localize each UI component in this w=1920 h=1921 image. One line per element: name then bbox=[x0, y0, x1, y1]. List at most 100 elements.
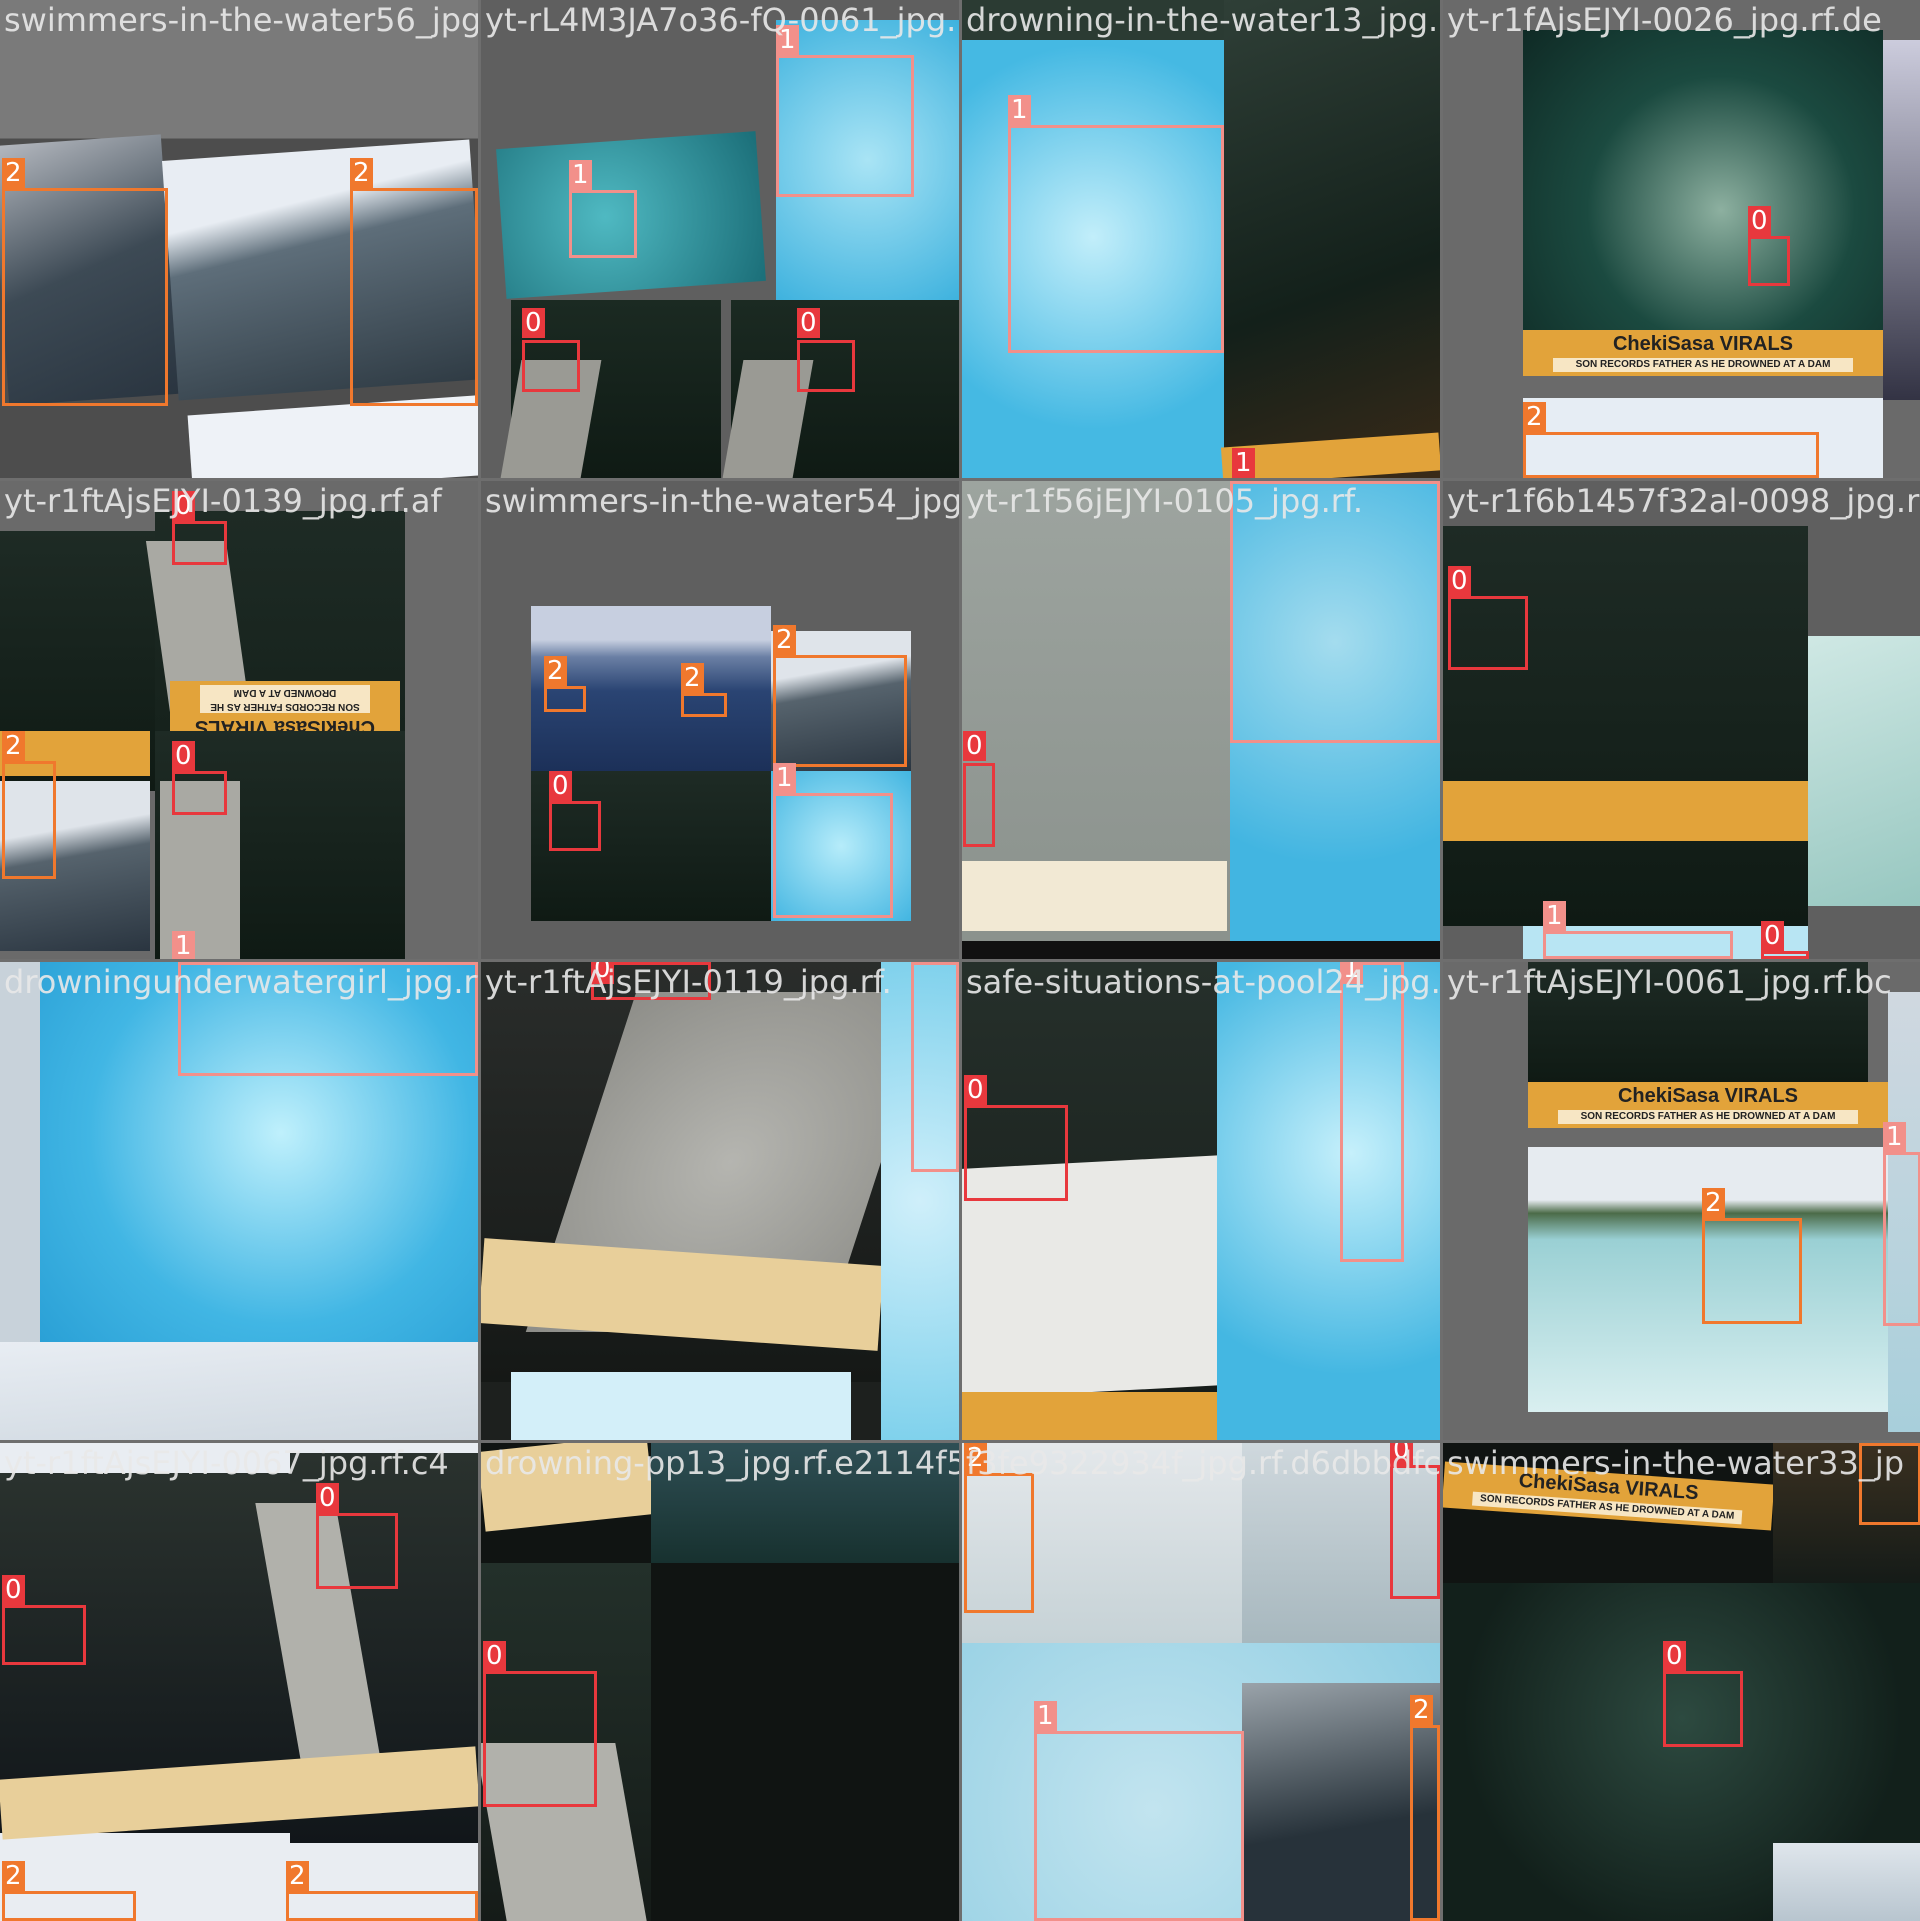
bbox-label: 0 bbox=[2, 1575, 25, 1605]
banner-subtitle: SON RECORDS FATHER AS HE DROWNED AT A DA… bbox=[1558, 1110, 1858, 1124]
bbox-label: 0 bbox=[963, 731, 986, 761]
bbox-label: 2 bbox=[1410, 1695, 1433, 1725]
bbox-label: 2 bbox=[286, 1861, 309, 1891]
tile-caption: drowningunderwatergirl_jpg.rf. bbox=[4, 963, 478, 1001]
tile-12: ChekiSasa VIRALS SON RECORDS FATHER AS H… bbox=[1443, 962, 1920, 1440]
tile-6: 2 2 2 0 1 swimmers-in-the-water54_jpg.rf… bbox=[481, 481, 959, 959]
tile-caption: drowning-in-the-water13_jpg.rf. bbox=[966, 1, 1440, 39]
bbox-label: 1 bbox=[1543, 901, 1566, 931]
bbox-label: 2 bbox=[350, 158, 373, 188]
bbox-class-0 bbox=[1448, 596, 1528, 670]
tile-caption: swimmers-in-the-water56_jpg.rf. bbox=[4, 1, 478, 39]
banner-strip bbox=[962, 1392, 1222, 1440]
bbox-label: 0 bbox=[1663, 1641, 1686, 1671]
bbox-class-0 bbox=[483, 1671, 597, 1807]
bbox-label: 2 bbox=[681, 663, 704, 693]
bbox-label: 0 bbox=[549, 771, 572, 801]
tile-caption: yt-rL4M3JA7o36-fQ-0061_jpg.rf. bbox=[485, 1, 959, 39]
bbox-label: 1 bbox=[1034, 1701, 1057, 1731]
bbox-label: 0 bbox=[1448, 566, 1471, 596]
bbox-class-2 bbox=[2, 761, 56, 879]
tile-13: 0 0 2 2 yt-r1ftAjsEJYI-0067_jpg.rf.c4 bbox=[0, 1443, 478, 1921]
tile-5: ChekiSasa VIRALS SON RECORDS FATHER AS H… bbox=[0, 481, 478, 959]
tile-10: 0 yt-r1ftAjsEJYI-0119_jpg.rf. bbox=[481, 962, 959, 1440]
bbox-class-2 bbox=[1702, 1218, 1802, 1324]
bbox-class-2 bbox=[544, 686, 586, 712]
bbox-class-1 bbox=[1034, 1731, 1244, 1921]
bbox-class-0 bbox=[2, 1605, 86, 1665]
bbox-class-0 bbox=[172, 771, 227, 815]
bbox-class-0 bbox=[1663, 1671, 1743, 1747]
banner-strip bbox=[962, 861, 1227, 931]
tile-caption: yt-r1ftAjsEJYI-0119_jpg.rf. bbox=[485, 963, 892, 1001]
pool-photo bbox=[511, 1372, 851, 1440]
tile-caption: yt-r1f56jEJYI-0105_jpg.rf. bbox=[966, 482, 1363, 520]
bbox-class-1 bbox=[773, 793, 893, 918]
dark-water-photo bbox=[1443, 526, 1808, 926]
bbox-label: 0 bbox=[483, 1641, 506, 1671]
bbox-label: 0 bbox=[316, 1483, 339, 1513]
bbox-class-1 bbox=[569, 190, 637, 258]
tile-16: ChekiSasa VIRALS SON RECORDS FATHER AS H… bbox=[1443, 1443, 1920, 1921]
bbox-label: 0 bbox=[1748, 206, 1771, 236]
tile-caption: yt-r1ftAjsEJYI-0061_jpg.rf.bc bbox=[1447, 963, 1892, 1001]
bbox-class-2 bbox=[773, 655, 907, 767]
side-photo bbox=[1883, 40, 1920, 400]
banner-subtitle: SON RECORDS FATHER AS HE DROWNED AT A DA… bbox=[1553, 358, 1853, 372]
bbox-label: 2 bbox=[773, 625, 796, 655]
bbox-class-1 bbox=[911, 962, 959, 1172]
sky-patch bbox=[1773, 1843, 1920, 1921]
bbox-class-2 bbox=[286, 1891, 478, 1921]
banner-strip bbox=[1443, 781, 1808, 841]
tile-caption: drowning-pp13_jpg.rf.e2114f5b23a bbox=[485, 1444, 959, 1482]
banner-subtitle: SON RECORDS FATHER AS HE DROWNED AT A DA… bbox=[200, 685, 370, 713]
bbox-class-0 bbox=[1761, 951, 1809, 959]
bbox-label: 0 bbox=[797, 308, 820, 338]
bbox-label: 2 bbox=[2, 1861, 25, 1891]
bbox-label: 1 bbox=[1008, 95, 1031, 125]
dark-photo bbox=[1224, 0, 1440, 478]
tile-8: 0 1 0 yt-r1f6b1457f32al-0098_jpg.rf.f6 bbox=[1443, 481, 1920, 959]
bbox-class-1 bbox=[776, 55, 914, 197]
bbox-class-2 bbox=[2, 1891, 136, 1921]
banner: ChekiSasa VIRALS SON RECORDS FATHER AS H… bbox=[1523, 330, 1883, 376]
tile-caption: yt-r1fAjsEJYI-0026_jpg.rf.de bbox=[1447, 1, 1882, 39]
bbox-class-2 bbox=[1410, 1725, 1440, 1921]
tile-11: 0 1 safe-situations-at-pool24_jpg.rf. bbox=[962, 962, 1440, 1440]
tile-caption: yt-r1ftAjsEJYI-0067_jpg.rf.c4 bbox=[4, 1444, 449, 1482]
bbox-label: 2 bbox=[1702, 1188, 1725, 1218]
bbox-label: 1 bbox=[172, 931, 195, 959]
bbox-class-0 bbox=[963, 763, 995, 847]
tile-caption: swimmers-in-the-water54_jpg.rf. bbox=[485, 482, 959, 520]
tile-2: 1 1 0 0 yt-rL4M3JA7o36-fQ-0061_jpg.rf. bbox=[481, 0, 959, 478]
banner-title: ChekiSasa VIRALS bbox=[1617, 1085, 1799, 1107]
bbox-class-2 bbox=[1523, 432, 1819, 478]
tile-4: ChekiSasa VIRALS SON RECORDS FATHER AS H… bbox=[1443, 0, 1920, 478]
banner: ChekiSasa VIRALS SON RECORDS FATHER AS H… bbox=[1528, 1082, 1888, 1128]
bbox-class-2 bbox=[350, 188, 478, 406]
bbox-label: 0 bbox=[1761, 921, 1784, 951]
bbox-label: 0 bbox=[522, 308, 545, 338]
pool-photo bbox=[1217, 962, 1440, 1440]
bbox-class-0 bbox=[797, 340, 855, 392]
bbox-label: 1 bbox=[1232, 448, 1255, 478]
tile-9: drowningunderwatergirl_jpg.rf. bbox=[0, 962, 478, 1440]
bbox-label: 1 bbox=[569, 160, 592, 190]
bbox-class-0 bbox=[549, 801, 601, 851]
side-strip bbox=[0, 962, 40, 1342]
bbox-class-0 bbox=[1748, 236, 1790, 286]
dam-photo bbox=[1523, 30, 1883, 330]
bbox-label: 1 bbox=[773, 763, 796, 793]
tile-caption: f3fe9322934f_jpg.rf.d6dbbdfc bbox=[966, 1444, 1440, 1482]
bbox-label: 2 bbox=[2, 158, 25, 188]
bbox-class-2 bbox=[681, 693, 727, 717]
bbox-class-0 bbox=[964, 1105, 1068, 1201]
bbox-class-0 bbox=[316, 1513, 398, 1589]
bbox-class-0 bbox=[172, 521, 227, 565]
tile-3: 1 1 drowning-in-the-water13_jpg.rf. bbox=[962, 0, 1440, 478]
bbox-class-1 bbox=[1883, 1152, 1920, 1326]
bbox-class-0 bbox=[522, 340, 580, 392]
bbox-class-1 bbox=[1008, 125, 1224, 353]
bbox-class-1 bbox=[1543, 931, 1733, 959]
bbox-label: 2 bbox=[2, 731, 25, 761]
